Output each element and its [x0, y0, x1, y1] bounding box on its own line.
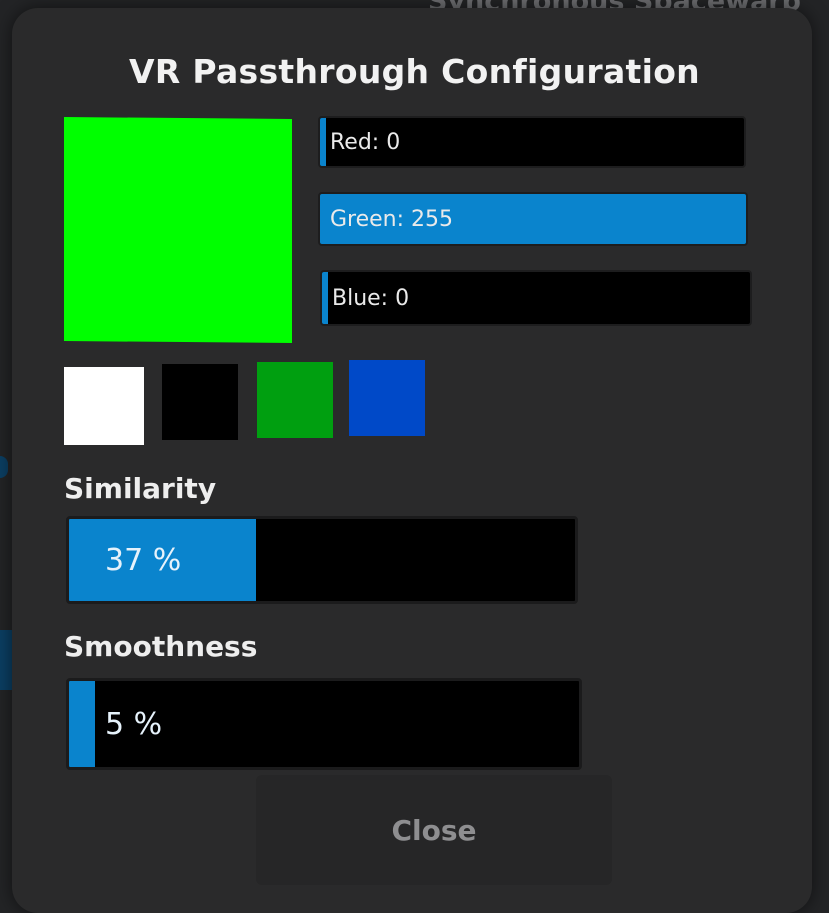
close-button[interactable]: Close: [256, 775, 612, 885]
smoothness-label: Smoothness: [64, 630, 258, 663]
similarity-slider[interactable]: 37 %: [66, 516, 578, 604]
background-toggle: [0, 456, 8, 478]
smoothness-fill: [69, 681, 95, 767]
green-slider[interactable]: Green: 255: [318, 192, 748, 246]
similarity-value: 37 %: [105, 542, 182, 578]
red-slider-fill: [320, 118, 326, 166]
similarity-label: Similarity: [64, 472, 217, 505]
swatch-white[interactable]: [64, 367, 144, 445]
red-slider-label: Red: 0: [330, 129, 401, 155]
blue-slider-fill: [322, 272, 328, 324]
color-preview: [64, 117, 292, 343]
blue-slider[interactable]: Blue: 0: [320, 270, 752, 326]
smoothness-slider[interactable]: 5 %: [66, 678, 582, 770]
swatch-blue[interactable]: [349, 360, 425, 436]
blue-slider-label: Blue: 0: [332, 285, 410, 311]
smoothness-value: 5 %: [105, 706, 163, 742]
dialog-title: VR Passthrough Configuration: [129, 52, 700, 91]
swatch-green[interactable]: [257, 362, 333, 438]
swatch-black[interactable]: [162, 364, 238, 440]
red-slider[interactable]: Red: 0: [318, 116, 746, 168]
background-highlight: [0, 630, 12, 690]
green-slider-label: Green: 255: [330, 206, 454, 232]
